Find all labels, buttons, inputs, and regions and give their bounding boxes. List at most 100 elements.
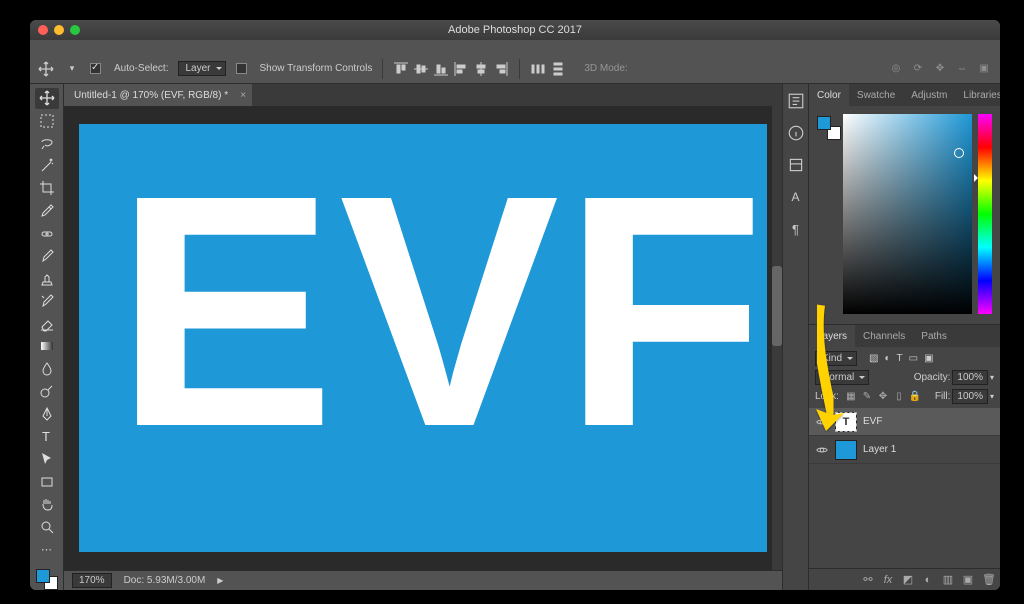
tab-layers[interactable]: Layers [809,325,855,347]
layer-row[interactable]: Layer 1 [809,436,1000,464]
opacity-value[interactable]: 100% [952,370,988,385]
paragraph-panel-icon[interactable]: ¶ [787,220,805,238]
foreground-color-swatch[interactable] [36,569,50,583]
scrollbar-thumb[interactable] [772,266,782,346]
3d-orbit-icon[interactable]: ◎ [888,61,904,77]
spot-heal-tool[interactable] [35,223,59,244]
layer-row[interactable]: T EVF [809,408,1000,436]
history-panel-icon[interactable] [787,92,805,110]
vertical-scrollbar[interactable] [772,106,782,570]
new-layer-icon[interactable]: ▣ [962,573,974,586]
layer-filter-select[interactable]: Kind [815,351,857,366]
distribute-h-icon[interactable] [530,61,546,77]
info-panel-icon[interactable] [787,124,805,142]
align-bottom-icon[interactable] [433,61,449,77]
align-hcenter-icon[interactable] [473,61,489,77]
fill-value[interactable]: 100% [952,389,988,404]
filter-type-icon[interactable]: T [897,353,903,364]
filter-shape-icon[interactable]: ▭ [909,353,918,364]
lock-artboard-icon[interactable]: ▯ [893,391,905,402]
lasso-tool[interactable] [35,133,59,154]
layer-style-icon[interactable]: fx [882,574,894,586]
align-vcenter-icon[interactable] [413,61,429,77]
adjustment-layer-icon[interactable]: ◐ [922,574,934,586]
tab-adjustments[interactable]: Adjustm [903,84,955,106]
color-field[interactable] [843,114,972,314]
eraser-tool[interactable] [35,313,59,334]
doc-size-readout[interactable]: Doc: 5.93M/3.00M [124,575,206,586]
zoom-tool[interactable] [35,516,59,537]
layer-name[interactable]: Layer 1 [863,444,896,455]
rectangle-tool[interactable] [35,471,59,492]
color-swatch-pair[interactable] [817,116,837,136]
close-tab-icon[interactable]: × [240,90,246,101]
auto-select-target-select[interactable]: Layer [178,61,225,76]
tab-swatches[interactable]: Swatche [849,84,903,106]
tab-color[interactable]: Color [809,84,849,106]
gradient-tool[interactable] [35,336,59,357]
auto-select-checkbox[interactable] [90,63,101,74]
align-left-icon[interactable] [453,61,469,77]
eyedropper-tool[interactable] [35,201,59,222]
filter-smart-icon[interactable]: ▣ [924,353,933,364]
blend-mode-select[interactable]: Normal [815,370,869,385]
history-brush-tool[interactable] [35,291,59,312]
visibility-toggle-icon[interactable] [815,415,829,429]
blur-tool[interactable] [35,359,59,380]
marquee-tool[interactable] [35,111,59,132]
zoom-level[interactable]: 170% [72,573,112,588]
layer-name[interactable]: EVF [863,416,882,427]
canvas-viewport[interactable]: EVF [64,106,782,570]
type-tool[interactable]: T [35,426,59,447]
tab-channels[interactable]: Channels [855,325,913,347]
filter-pixel-icon[interactable]: ▧ [869,353,878,364]
properties-panel-icon[interactable] [787,156,805,174]
document-tab[interactable]: Untitled-1 @ 170% (EVF, RGB/8) * × [64,84,252,106]
distribute-v-icon[interactable] [550,61,566,77]
layer-group-icon[interactable]: ▥ [942,573,954,586]
color-cursor[interactable] [954,148,964,158]
delete-layer-icon[interactable]: 🗑 [982,573,994,586]
window-zoom-button[interactable] [70,25,80,35]
foreground-background-swatch[interactable] [36,569,58,590]
options-dropdown-icon[interactable]: ▾ [64,61,80,77]
lock-position-icon[interactable]: ✥ [877,391,889,402]
layer-mask-icon[interactable]: ◩ [902,573,914,586]
lock-all-icon[interactable]: 🔒 [909,391,921,402]
tab-paths[interactable]: Paths [913,325,955,347]
link-layers-icon[interactable]: ⚯ [862,573,874,586]
3d-pan-icon[interactable]: ✥ [932,61,948,77]
3d-zoom-icon[interactable]: ▣ [976,61,992,77]
brush-tool[interactable] [35,246,59,267]
align-right-icon[interactable] [493,61,509,77]
window-close-button[interactable] [38,25,48,35]
tab-libraries[interactable]: Libraries [955,84,1000,106]
lock-transparency-icon[interactable]: ▦ [845,391,857,402]
fg-color-chip[interactable] [817,116,831,130]
edit-toolbar-icon[interactable]: ⋯ [35,539,59,560]
crop-tool[interactable] [35,178,59,199]
chevron-down-icon[interactable]: ▾ [990,373,994,382]
hue-slider[interactable] [978,114,992,314]
status-flyout-icon[interactable]: ▶ [217,576,223,585]
hue-slider-pointer[interactable] [974,174,982,182]
align-top-icon[interactable] [393,61,409,77]
clone-stamp-tool[interactable] [35,268,59,289]
move-tool[interactable] [35,88,59,109]
hand-tool[interactable] [35,494,59,515]
show-transform-checkbox[interactable] [236,63,247,74]
window-minimize-button[interactable] [54,25,64,35]
path-select-tool[interactable] [35,449,59,470]
dodge-tool[interactable] [35,381,59,402]
3d-slide-icon[interactable]: ⇔ [954,61,970,77]
filter-adjust-icon[interactable]: ◐ [884,353,890,364]
lock-image-icon[interactable]: ✎ [861,391,873,402]
layer-thumbnail-fill[interactable] [835,440,857,460]
layer-thumbnail-text[interactable]: T [835,412,857,432]
magic-wand-tool[interactable] [35,156,59,177]
chevron-down-icon[interactable]: ▾ [990,392,994,401]
visibility-toggle-icon[interactable] [815,443,829,457]
pen-tool[interactable] [35,404,59,425]
character-panel-icon[interactable]: A [787,188,805,206]
canvas[interactable]: EVF [79,124,767,552]
